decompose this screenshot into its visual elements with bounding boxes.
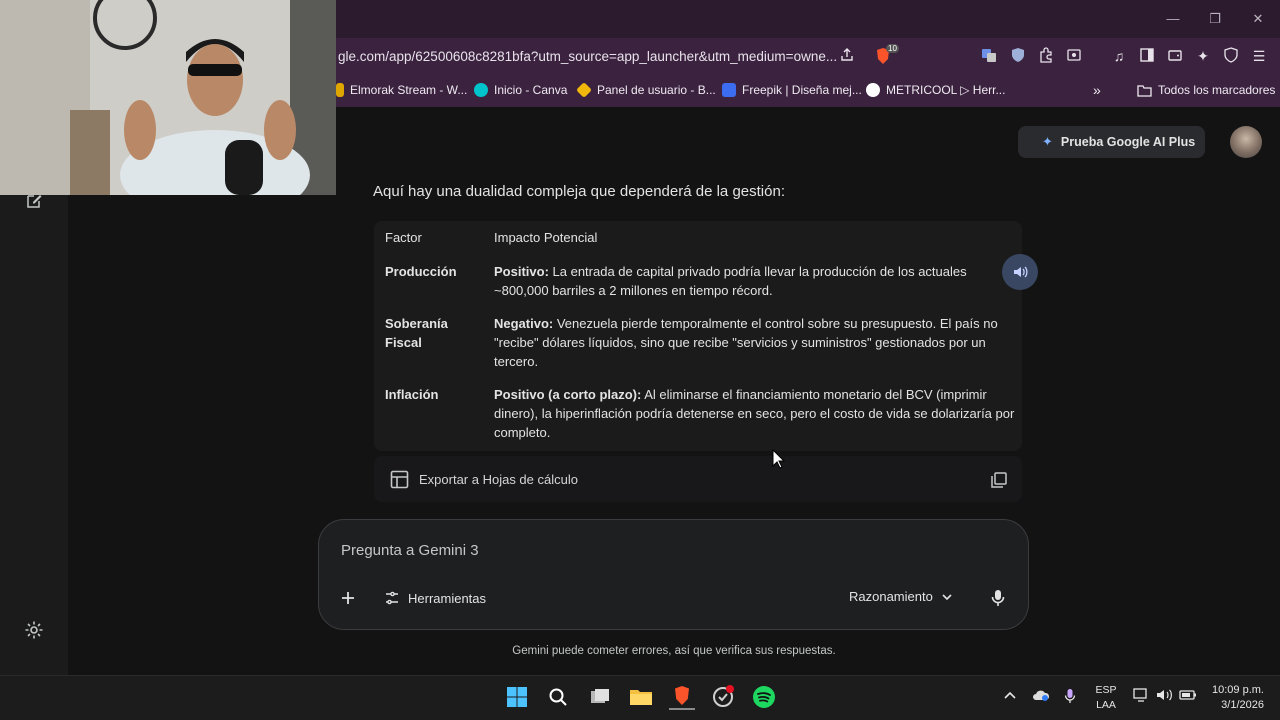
battery-icon[interactable] (1179, 688, 1197, 705)
file-explorer-icon[interactable] (628, 684, 654, 710)
minimize-icon[interactable]: — (1163, 10, 1183, 28)
add-attachment-button[interactable] (338, 588, 358, 608)
spreadsheet-icon (390, 470, 409, 489)
table-row-impact: Positivo (a corto plazo): Al eliminarse … (494, 387, 1015, 440)
table-row-factor: Producción (385, 264, 457, 279)
metricool-icon (866, 83, 880, 97)
sparkle-icon: ✦ (1042, 134, 1053, 149)
task-view-icon[interactable] (587, 684, 613, 710)
webcam-overlay (0, 0, 336, 195)
address-bar-url[interactable]: gle.com/app/62500608c8281bfa?utm_source=… (338, 49, 837, 64)
speaker-icon (1014, 266, 1028, 278)
table-header-factor: Factor (385, 230, 422, 245)
prompt-input-box[interactable] (318, 519, 1029, 630)
menu-icon[interactable]: ☰ (1250, 47, 1268, 65)
tools-sliders-icon (386, 591, 398, 605)
language-indicator[interactable]: ESP LAA (1092, 683, 1120, 713)
bookmark-freepik[interactable]: Freepik | Diseña mej... (722, 82, 862, 98)
generic-bookmark-icon (336, 83, 344, 97)
extensions-icon[interactable] (1037, 47, 1055, 65)
music-icon[interactable]: ♫ (1110, 47, 1128, 65)
vpn-icon[interactable] (1222, 47, 1240, 65)
plus-icon (342, 592, 354, 604)
leo-ai-icon[interactable]: ✦ (1194, 47, 1212, 65)
windows-start-icon[interactable] (504, 684, 530, 710)
close-icon[interactable]: ✕ (1248, 10, 1268, 28)
all-bookmarks-folder[interactable]: Todos los marcadores (1137, 82, 1275, 98)
taskbar-clock[interactable]: 10:09 p.m. 3/1/2026 (1206, 683, 1264, 713)
table-row-impact: Positivo: La entrada de capital privado … (494, 264, 967, 298)
disclaimer-text: Gemini puede cometer errores, así que ve… (512, 645, 836, 657)
screenshot-icon[interactable] (1065, 47, 1083, 65)
table-header-impact: Impacto Potencial (494, 230, 598, 245)
brave-badge: 10 (886, 44, 899, 53)
bookmark-canva[interactable]: Inicio - Canva (474, 82, 567, 98)
copy-table-button[interactable] (990, 471, 1008, 489)
freepik-icon (722, 83, 736, 97)
volume-icon[interactable] (1156, 688, 1174, 705)
share-icon[interactable] (838, 47, 856, 65)
mic-tray-icon[interactable] (1064, 688, 1076, 707)
table-row-factor: Inflación (385, 387, 439, 402)
export-to-sheets-button[interactable]: Exportar a Hojas de cálculo (390, 470, 578, 489)
mouse-cursor-icon (772, 448, 786, 474)
network-icon[interactable] (1133, 688, 1149, 705)
table-row-impact: Negativo: Venezuela pierde temporalmente… (494, 316, 998, 369)
settings-gear-icon[interactable] (24, 620, 44, 640)
response-intro-text: Aquí hay una dualidad compleja que depen… (373, 183, 785, 200)
restore-icon[interactable]: ❐ (1205, 10, 1225, 28)
tray-chevron-up-icon[interactable] (1004, 690, 1016, 703)
copy-icon (991, 472, 1007, 488)
canva-icon (474, 83, 488, 97)
model-mode-selector[interactable]: Razonamiento (849, 589, 953, 604)
shield-icon[interactable] (1009, 47, 1027, 65)
prompt-input[interactable]: Pregunta a Gemini 3 (341, 542, 479, 559)
app-taskbar-icon[interactable] (710, 684, 736, 710)
microphone-button[interactable] (989, 588, 1007, 608)
bookmark-binance[interactable]: Panel de usuario - B... (576, 82, 716, 98)
wallet-icon[interactable] (1166, 47, 1184, 65)
binance-icon (576, 82, 592, 98)
read-aloud-button[interactable] (1002, 254, 1038, 290)
table-row-factor: Soberanía Fiscal (385, 316, 448, 350)
folder-icon (1137, 84, 1152, 97)
try-ai-plus-button[interactable]: ✦ Prueba Google AI Plus (1018, 126, 1205, 158)
translate-icon[interactable] (980, 47, 998, 65)
bookmarks-overflow-icon[interactable]: » (1093, 82, 1101, 98)
search-icon[interactable] (545, 684, 571, 710)
sidebar-toggle-icon[interactable] (1138, 47, 1156, 65)
avatar[interactable] (1230, 126, 1262, 158)
onedrive-cloud-icon[interactable] (1032, 688, 1050, 705)
chevron-down-icon (942, 593, 952, 600)
bookmark-elmorak[interactable]: Elmorak Stream - W... (336, 82, 467, 98)
microphone-icon (991, 590, 1005, 606)
tools-button[interactable]: Herramientas (384, 590, 486, 606)
spotify-icon[interactable] (751, 684, 777, 710)
brave-browser-taskbar-icon[interactable] (669, 684, 695, 710)
bookmark-metricool[interactable]: METRICOOL ▷ Herr... (866, 82, 1005, 98)
